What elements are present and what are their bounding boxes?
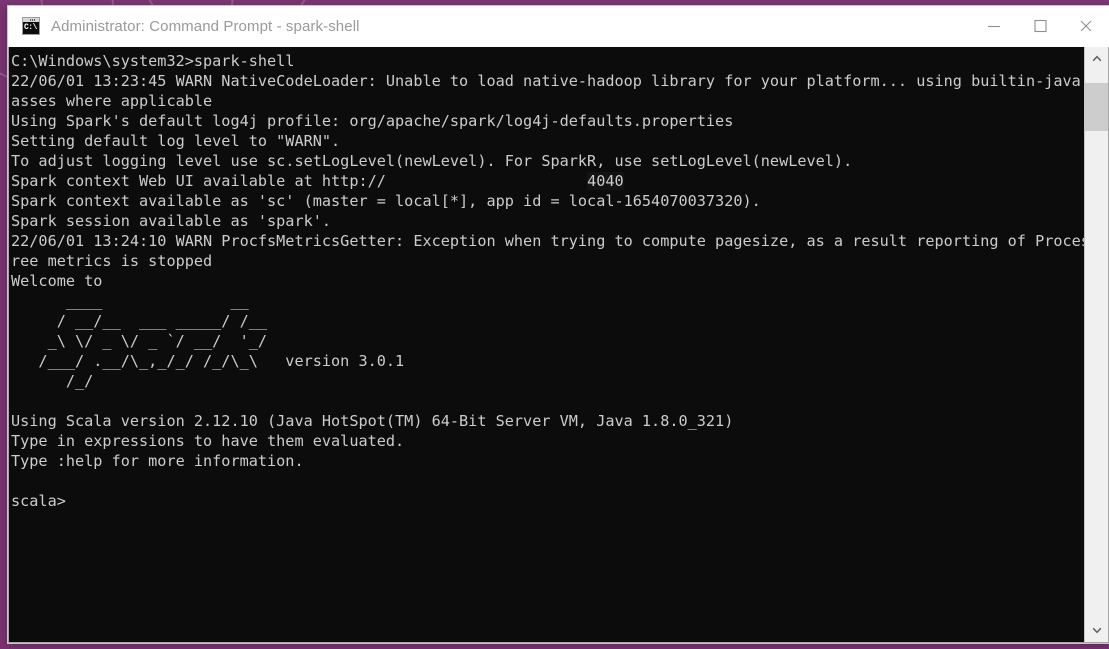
- window-controls: [971, 6, 1109, 46]
- minimize-icon: [988, 25, 1000, 28]
- maximize-button[interactable]: [1017, 6, 1063, 46]
- command-prompt-window: C:\ Administrator: Command Prompt - spar…: [8, 6, 1109, 643]
- maximize-icon: [1034, 19, 1047, 33]
- window-title: Administrator: Command Prompt - spark-sh…: [51, 17, 360, 35]
- close-icon: [1080, 20, 1092, 32]
- close-button[interactable]: [1063, 6, 1109, 46]
- console-text-before-redaction: C:\Windows\system32>spark-shell 22/06/01…: [11, 52, 1081, 190]
- scrollbar-thumb[interactable]: [1085, 83, 1108, 131]
- cmd-icon-glyph: C:\: [24, 23, 37, 32]
- window-titlebar[interactable]: C:\ Administrator: Command Prompt - spar…: [8, 6, 1109, 47]
- chevron-down-icon: [1092, 627, 1101, 634]
- redacted-host-block: REDACTED-HOST-ADDRESS:: [385, 172, 588, 190]
- minimize-button[interactable]: [971, 6, 1017, 46]
- console-scrollbar[interactable]: [1084, 47, 1108, 642]
- chevron-up-icon: [1092, 55, 1101, 62]
- spark-ui-port: 4040: [587, 172, 624, 190]
- scrollbar-down-arrow[interactable]: [1085, 620, 1108, 642]
- console-text-after-redaction: Spark context available as 'sc' (master …: [11, 192, 1084, 510]
- scrollbar-track[interactable]: [1085, 69, 1108, 620]
- scrollbar-up-arrow[interactable]: [1085, 47, 1108, 69]
- console-client-area[interactable]: C:\Windows\system32>spark-shell 22/06/01…: [8, 47, 1109, 643]
- console-output-text: C:\Windows\system32>spark-shell 22/06/01…: [9, 47, 1084, 511]
- console-output-region[interactable]: C:\Windows\system32>spark-shell 22/06/01…: [9, 47, 1084, 642]
- cmd-icon[interactable]: C:\: [22, 17, 40, 35]
